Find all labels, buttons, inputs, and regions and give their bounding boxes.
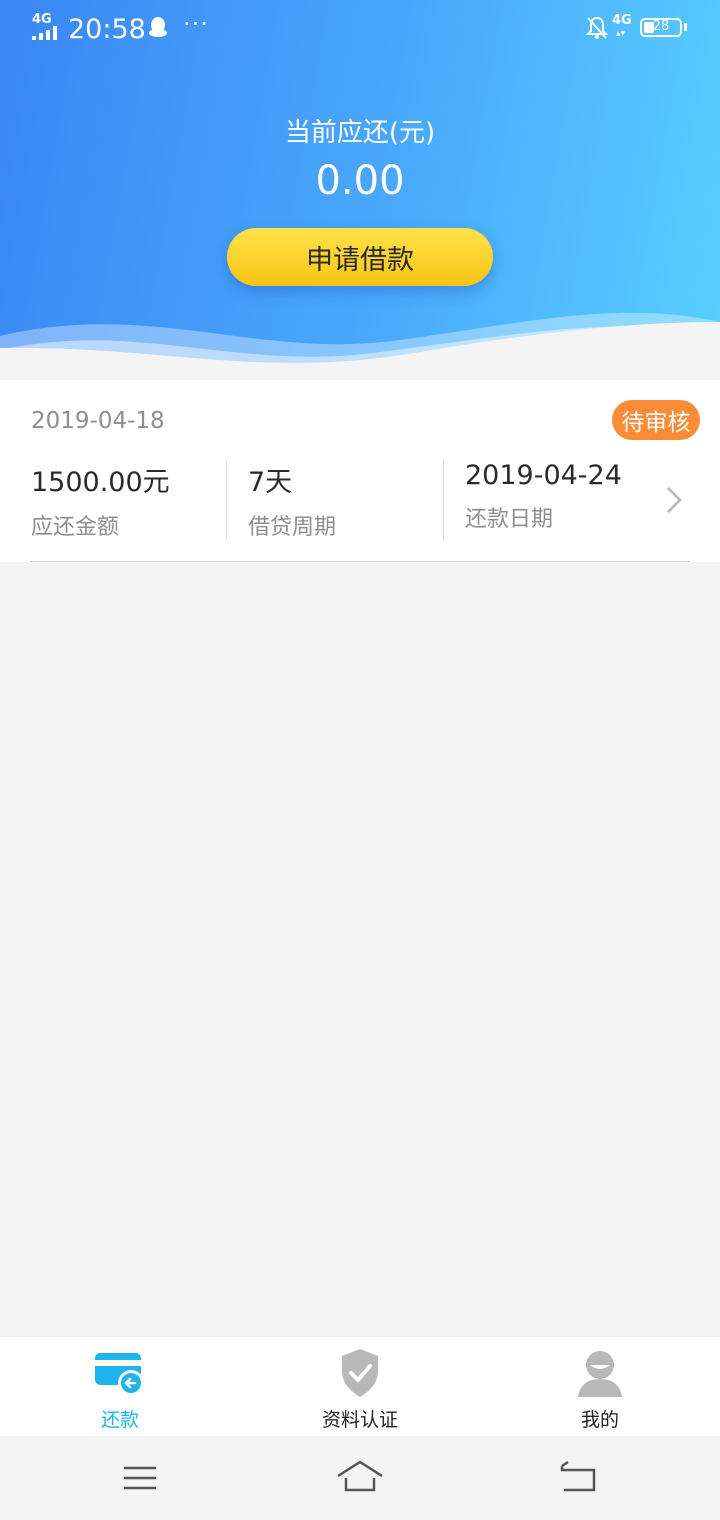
qq-penguin-icon [149, 17, 167, 37]
tab-verification[interactable]: 资料认证 [240, 1337, 480, 1437]
repay-date-value: 2019-04-24 [465, 460, 622, 491]
tab-repay[interactable]: 还款 [0, 1337, 240, 1437]
bottom-tab-bar: 还款 资料认证 我的 [0, 1336, 720, 1436]
menu-icon[interactable] [110, 1456, 170, 1500]
chevron-right-icon[interactable] [664, 485, 684, 515]
loan-period-column: 7天 借贷周期 [248, 460, 336, 540]
network-type-secondary: 4G [612, 13, 632, 28]
status-bar: 4G 20:58 ··· 4G ▴▾ 28 [0, 0, 720, 60]
home-icon[interactable] [330, 1456, 390, 1500]
tab-repay-label: 还款 [100, 1409, 139, 1431]
overflow-icon: ··· [183, 10, 209, 38]
repay-card-icon [95, 1353, 144, 1396]
user-avatar-icon [578, 1351, 622, 1397]
card-divider [30, 561, 690, 562]
apply-loan-button[interactable]: 申请借款 [227, 228, 493, 286]
bell-off-icon [586, 16, 608, 39]
repay-amount-value: 1500.00元 [31, 467, 170, 498]
status-badge: 待审核 [612, 400, 700, 440]
system-navigation-bar [0, 1436, 720, 1520]
loan-apply-date: 2019-04-18 [31, 408, 165, 434]
header-banner: 4G 20:58 ··· 4G ▴▾ 28 当前应还(元) 0.00 申请借款 [0, 0, 720, 380]
network-type: 4G [32, 12, 52, 27]
battery-level: 28 [652, 19, 670, 34]
data-arrows-icon: ▴▾ [616, 29, 626, 39]
repay-amount-column: 1500.00元 应还金额 [31, 460, 170, 540]
tab-mine-label: 我的 [580, 1409, 619, 1431]
amount-due-title: 当前应还(元) [284, 118, 436, 148]
loan-record-card[interactable]: 2019-04-18 待审核 1500.00元 应还金额 7天 借贷周期 201… [0, 380, 720, 562]
shield-check-icon [342, 1349, 378, 1397]
battery-icon: 28 [640, 18, 682, 37]
back-icon[interactable] [550, 1456, 610, 1500]
amount-due-value: 0.00 [315, 158, 405, 204]
repay-amount-label: 应还金额 [31, 515, 120, 540]
loan-period-value: 7天 [248, 467, 293, 498]
repay-date-label: 还款日期 [465, 507, 554, 532]
tab-verification-label: 资料认证 [321, 1409, 398, 1431]
column-divider [226, 460, 227, 540]
status-time: 20:58 [68, 14, 146, 45]
loan-period-label: 借贷周期 [248, 515, 337, 540]
signal-icon [32, 26, 57, 40]
repay-date-column: 2019-04-24 还款日期 [465, 460, 622, 540]
tab-mine[interactable]: 我的 [480, 1337, 720, 1437]
battery-nub [684, 23, 687, 31]
column-divider [443, 460, 444, 540]
